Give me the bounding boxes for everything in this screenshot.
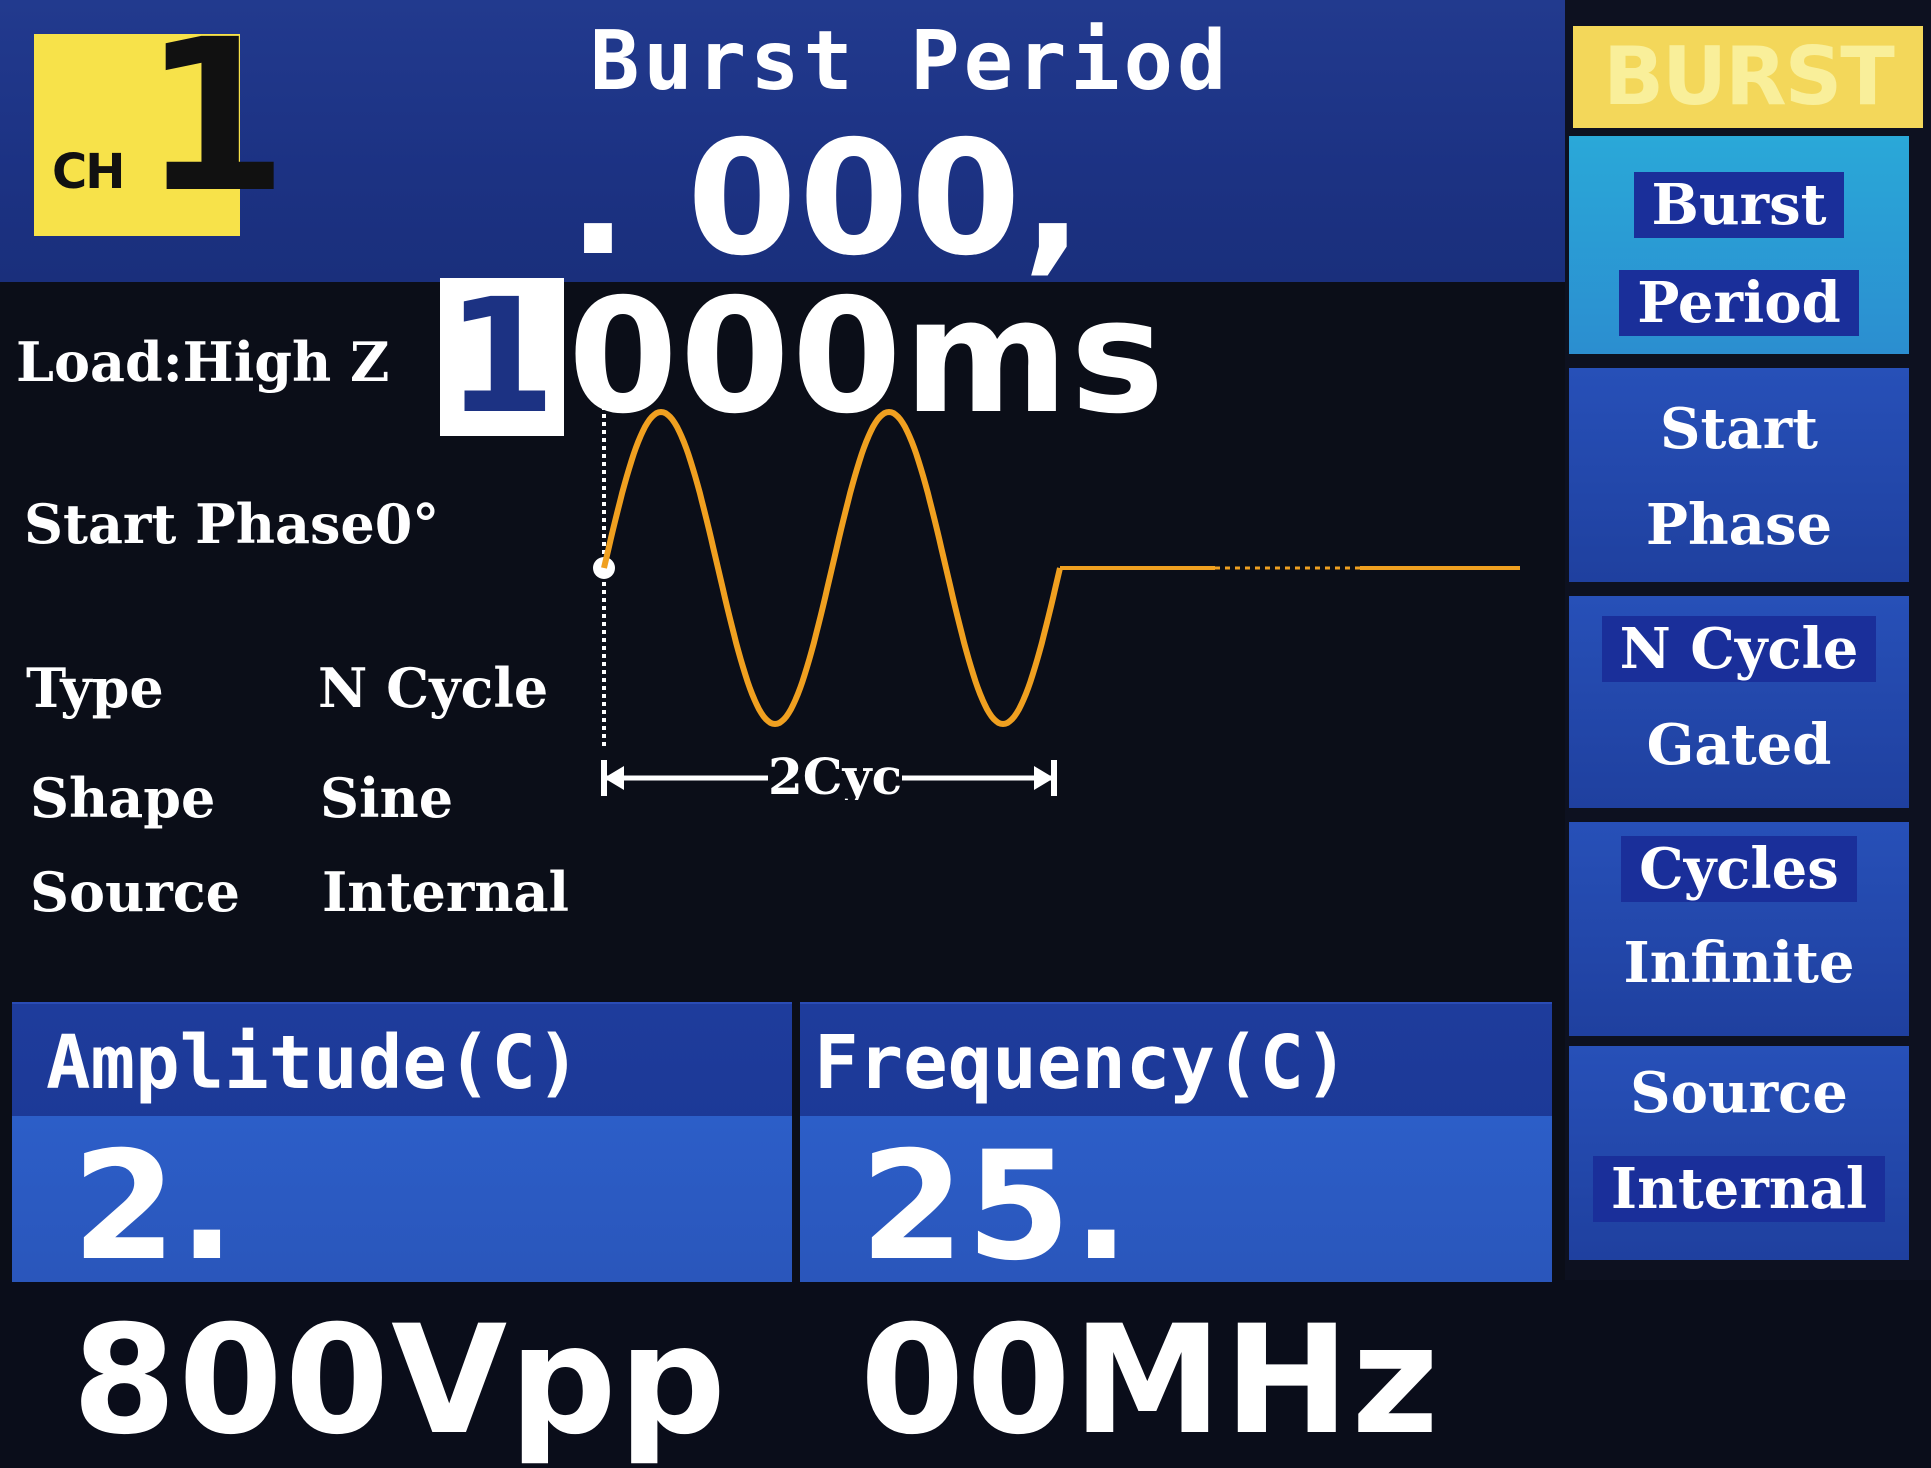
amplitude-value: 2. 800Vpp	[72, 1120, 728, 1468]
parameter-title: Burst Period	[590, 14, 1231, 109]
load-status: Load:High Z	[16, 330, 390, 394]
softkey-burst-period-line2: Period	[1619, 270, 1859, 336]
softkey-start-phase-line2: Phase	[1645, 492, 1833, 558]
softkey-cycles[interactable]: Cycles Infinite	[1569, 822, 1909, 1036]
cycles-label: 2Cyc	[768, 747, 902, 800]
frequency-label: Frequency(C)	[814, 1020, 1349, 1106]
channel-label: CH	[52, 144, 125, 200]
sine-burst-trace	[601, 408, 1063, 728]
softkey-cycles-line1: Cycles	[1621, 836, 1857, 902]
amplitude-label: Amplitude(C)	[46, 1020, 581, 1106]
start-phase-status: Start Phase0°	[24, 492, 440, 556]
amplitude-value-box[interactable]: 2. 800Vpp	[12, 1116, 792, 1468]
softkey-burst-period-line1: Burst	[1633, 172, 1845, 238]
softkey-start-phase-line1: Start	[1660, 396, 1818, 462]
amplitude-panel[interactable]: Amplitude(C) 2. 800Vpp	[12, 1002, 792, 1468]
softkey-cycles-line2: Infinite	[1623, 930, 1855, 996]
frequency-value: 25. 00MHz	[860, 1120, 1441, 1468]
parameter-header: CH 1 Burst Period 1 . 000, 000ms	[0, 0, 1565, 436]
softkey-burst-type-line2: Gated	[1646, 712, 1832, 778]
softkey-source-line1: Source	[1630, 1060, 1848, 1126]
softkey-burst-period[interactable]: Burst Period	[1569, 136, 1909, 354]
menu-title: BURST	[1573, 26, 1923, 128]
frequency-panel[interactable]: Frequency(C) 25. 00MHz	[800, 1002, 1552, 1468]
burst-waveform-preview: 2Cyc	[593, 390, 1520, 800]
frequency-value-box[interactable]: 25. 00MHz	[800, 1116, 1552, 1468]
softkey-menu: BURST Burst Period Start Phase N Cycle G…	[1565, 0, 1931, 1280]
source-label: Source	[30, 860, 240, 924]
type-label: Type	[26, 656, 164, 720]
edit-cursor-digit[interactable]: 1	[440, 278, 564, 436]
channel-badge[interactable]: CH 1	[34, 12, 288, 236]
softkey-source-line2: Internal	[1592, 1156, 1886, 1222]
shape-value: Sine	[320, 766, 454, 830]
softkey-burst-type[interactable]: N Cycle Gated	[1569, 596, 1909, 808]
source-value: Internal	[322, 860, 570, 924]
softkey-burst-type-line1: N Cycle	[1601, 616, 1877, 682]
channel-number: 1	[142, 0, 289, 239]
softkey-source[interactable]: Source Internal	[1569, 1046, 1909, 1260]
softkey-start-phase[interactable]: Start Phase	[1569, 368, 1909, 582]
function-generator-screen: CH 1 Burst Period 1 . 000, 000ms Load:Hi…	[0, 0, 1931, 1468]
type-value: N Cycle	[318, 656, 549, 720]
shape-label: Shape	[30, 766, 216, 830]
